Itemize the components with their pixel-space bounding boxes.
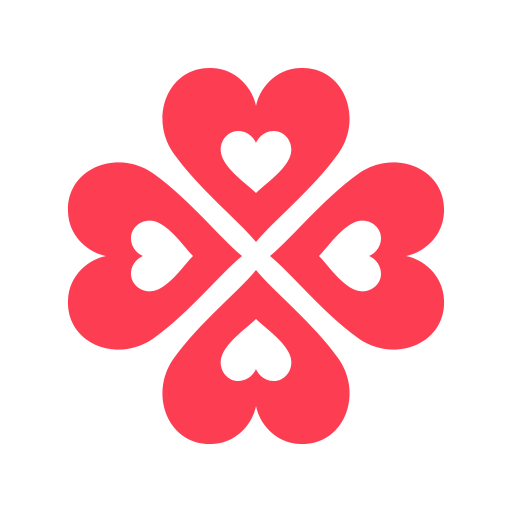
four-heart-clover-icon [67,67,445,445]
logo-canvas [0,0,512,512]
